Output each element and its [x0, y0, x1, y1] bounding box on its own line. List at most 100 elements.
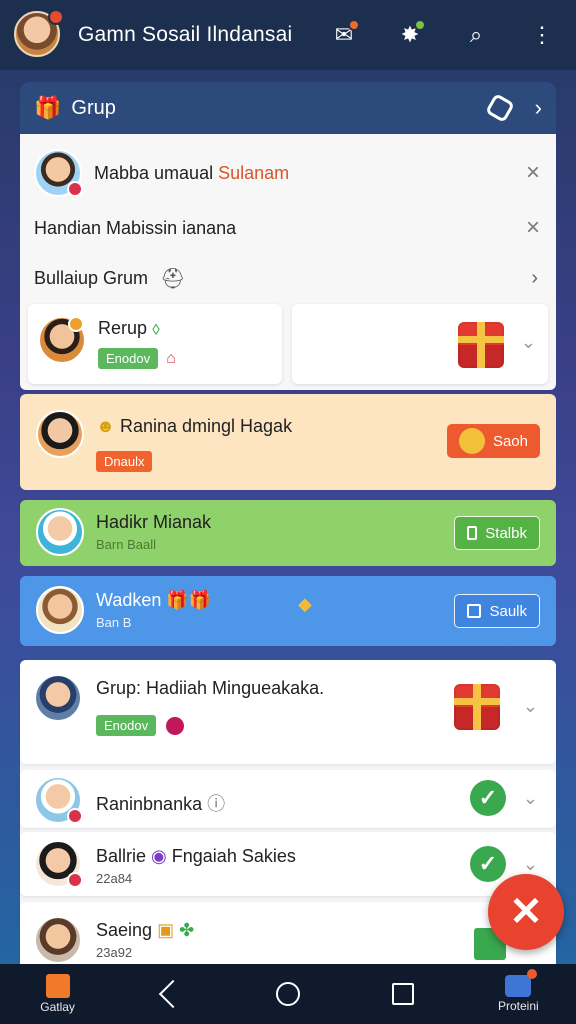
puzzle-icon[interactable]: ✸ — [390, 15, 430, 55]
card-subtitle: Ban B — [96, 615, 132, 630]
avatar — [36, 508, 84, 556]
profile-icon — [505, 969, 538, 997]
chevron-right-icon[interactable]: › — [531, 267, 538, 290]
list-item-title: Grup: Hadiiah Mingueakaka. — [96, 678, 325, 698]
gift-icon: 🎁🎁 — [166, 590, 212, 610]
clover-icon: ✤ — [179, 920, 195, 940]
gift-icon: ▣ — [157, 920, 175, 940]
name-text: Mabba umaual — [94, 162, 219, 183]
gift-icon: 🎁 — [34, 95, 62, 120]
check-icon[interactable]: ✓ — [470, 780, 506, 816]
info-icon: ⓘ — [207, 794, 226, 814]
avatar — [34, 840, 83, 888]
puzzle-badge — [414, 19, 426, 31]
avatar-badge — [67, 872, 83, 888]
home-icon — [45, 974, 70, 998]
reward-card[interactable]: Hadikr Mianak Barn Baall Stalbk — [20, 500, 556, 566]
list-item[interactable]: Handian Mabissin ianana × — [20, 206, 556, 250]
list-item-title: Ballrie ◉ Fngaiah Sakies — [96, 846, 296, 866]
app-title: Gamn Sosail Ilndansai — [78, 23, 293, 46]
gift-card[interactable]: ⌄ — [292, 304, 548, 384]
status-tag: Enodov — [96, 715, 157, 736]
list-item[interactable]: Bullaiup Grum ⛑ › — [20, 256, 556, 300]
close-fab-button[interactable]: ✕ — [488, 874, 564, 950]
list-item-title: Saeing ▣ ✤ — [96, 920, 195, 940]
card-content: Wadken 🎁🎁 Ban B — [96, 590, 211, 630]
phone-icon — [467, 526, 478, 540]
card-content: ☻ Ranina dmingl Hagak Dnaulx — [96, 416, 292, 472]
circle-home-icon — [275, 982, 300, 1006]
nav-recents[interactable] — [363, 983, 443, 1005]
badge-icon: ◉ — [151, 846, 167, 866]
card-title: Rerup ⬨ — [98, 318, 161, 338]
group-header-label: Grup — [71, 96, 116, 119]
avatar-badge — [67, 808, 83, 824]
reward-card[interactable]: Wadken 🎁🎁 Ban B ◆ Saulk — [20, 576, 556, 646]
name-accent: Sulanam — [218, 162, 290, 183]
more-vert-icon[interactable]: ⋮ — [522, 15, 562, 55]
avatar — [38, 316, 86, 364]
button-label: Stalbk — [485, 524, 527, 542]
list-item[interactable]: Grup: Hadiiah Mingueakaka. Enodov ⌄ — [20, 660, 556, 764]
status-tag: Enodov — [98, 348, 159, 369]
avatar — [34, 149, 83, 197]
nav-label: Proteini — [498, 999, 539, 1013]
card-title: Hadikr Mianak — [96, 512, 212, 532]
search-icon[interactable]: ⌕ — [456, 15, 496, 55]
leaf-icon: ⬨ — [152, 318, 161, 338]
list-item[interactable]: Mabba umaual Sulanam × — [20, 142, 556, 204]
reward-button[interactable]: Saulk — [454, 594, 540, 628]
back-icon — [158, 979, 187, 1009]
status-tag: Dnaulx — [96, 451, 153, 472]
notification-dot — [48, 9, 64, 25]
house-icon: ⌂ — [166, 349, 176, 367]
hexagon-icon[interactable] — [484, 92, 515, 124]
nav-home[interactable]: Gatlay — [18, 974, 98, 1014]
nav-back[interactable] — [133, 979, 213, 1009]
list-item[interactable]: Saeing ▣ ✤ 23a92 — [20, 902, 556, 970]
list-item-subtitle: 22a84 — [96, 871, 133, 886]
check-icon[interactable]: ✓ — [470, 846, 506, 882]
avatar — [34, 916, 82, 964]
chevron-down-icon[interactable]: ⌄ — [523, 854, 538, 875]
group-header[interactable]: 🎁 Grup › — [20, 82, 556, 134]
bookmark-icon — [467, 604, 482, 618]
mail-badge — [348, 19, 360, 31]
list-item-name: Bullaiup Grum — [34, 267, 149, 288]
chevron-right-icon[interactable]: › — [535, 95, 542, 121]
card-subtitle: Barn Baall — [96, 537, 156, 552]
close-icon[interactable]: × — [526, 159, 540, 187]
gift-box-icon — [458, 322, 504, 368]
nav-profile[interactable]: Proteini — [478, 969, 558, 1013]
helmet-icon: ⛑ — [160, 267, 186, 290]
list-item[interactable]: Ballrie ◉ Fngaiah Sakies 22a84 ✓ ⌄ — [20, 832, 556, 896]
button-label: Saulk — [489, 602, 527, 620]
list-item-content: Grup: Hadiiah Mingueakaka. Enodov — [96, 678, 324, 736]
list-item-content: Saeing ▣ ✤ 23a92 — [96, 920, 194, 960]
badge-icon — [166, 716, 185, 735]
chevron-down-icon[interactable]: ⌄ — [523, 696, 538, 717]
list-item[interactable]: Raninbnanka ⓘ ✓ ⌄ — [20, 770, 556, 828]
recents-icon — [392, 983, 415, 1005]
nav-label: Gatlay — [40, 1000, 75, 1014]
gift-box-icon — [454, 684, 500, 730]
mail-icon[interactable]: ✉ — [324, 15, 364, 55]
button-label: Saoh — [492, 432, 528, 450]
claim-button[interactable]: Stalbk — [454, 516, 540, 550]
reward-card[interactable]: ☻ Ranina dmingl Hagak Dnaulx Saoh — [20, 394, 556, 490]
weekly-reward-panel: Grup: Hadiiah Mingueakaka. Enodov ⌄ Rani… — [20, 660, 556, 970]
profile-avatar[interactable] — [14, 9, 64, 59]
search-reward-button[interactable]: Saoh — [446, 424, 540, 458]
nav-home-button[interactable] — [248, 982, 328, 1006]
list-item-content: Ballrie ◉ Fngaiah Sakies 22a84 — [96, 846, 296, 886]
avatar-badge — [67, 181, 83, 197]
top-app-bar: Gamn Sosail Ilndansai ✉ ✸ ⌕ ⋮ — [0, 0, 576, 70]
coin-icon: ◆ — [298, 594, 312, 614]
group-panel: Mabba umaual Sulanam × Handian Mabissin … — [20, 134, 556, 390]
chevron-down-icon[interactable]: ⌄ — [521, 332, 536, 353]
card-content: Hadikr Mianak Barn Baall — [96, 512, 211, 552]
close-icon[interactable]: × — [526, 214, 540, 242]
chevron-down-icon[interactable]: ⌄ — [523, 788, 538, 809]
coin-icon — [458, 428, 485, 454]
group-card[interactable]: Rerup ⬨ Enodov ⌂ — [28, 304, 282, 384]
